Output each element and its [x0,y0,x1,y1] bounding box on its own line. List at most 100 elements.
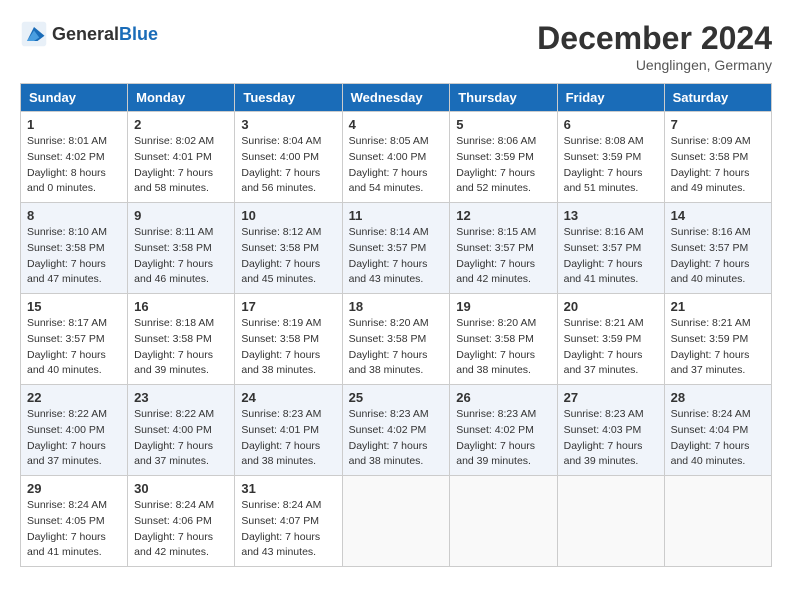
day-number: 9 [134,208,228,223]
day-number: 23 [134,390,228,405]
logo-general: General [52,24,119,44]
day-number: 8 [27,208,121,223]
calendar-cell [664,476,771,567]
day-number: 12 [456,208,550,223]
day-number: 31 [241,481,335,496]
logo-icon [20,20,48,48]
day-header-sunday: Sunday [21,84,128,112]
day-info: Sunrise: 8:04 AMSunset: 4:00 PMDaylight:… [241,134,335,197]
calendar-cell: 11Sunrise: 8:14 AMSunset: 3:57 PMDayligh… [342,203,450,294]
day-info: Sunrise: 8:23 AMSunset: 4:01 PMDaylight:… [241,407,335,470]
calendar-cell: 20 Sunrise: 8:21 AMSunset: 3:59 PMDayligh… [557,294,664,385]
calendar-cell: 4 Sunrise: 8:05 AMSunset: 4:00 PMDaylight… [342,112,450,203]
day-number: 22 [27,390,121,405]
month-title: December 2024 [537,20,772,57]
day-info: Sunrise: 8:02 AMSunset: 4:01 PMDaylight:… [134,134,228,197]
calendar-cell: 28Sunrise: 8:24 AMSunset: 4:04 PMDayligh… [664,385,771,476]
day-info: Sunrise: 8:24 AMSunset: 4:06 PMDaylight:… [134,498,228,561]
calendar-cell: 27 Sunrise: 8:23 AMSunset: 4:03 PMDayligh… [557,385,664,476]
day-info: Sunrise: 8:14 AMSunset: 3:57 PMDaylight:… [349,225,444,288]
day-number: 28 [671,390,765,405]
logo-blue: Blue [119,24,158,44]
day-number: 6 [564,117,658,132]
day-info: Sunrise: 8:09 AMSunset: 3:58 PMDaylight:… [671,134,765,197]
day-info: Sunrise: 8:05 AMSunset: 4:00 PMDaylight:… [349,134,444,197]
day-number: 15 [27,299,121,314]
day-info: Sunrise: 8:21 AMSunset: 3:59 PMDaylight:… [564,316,658,379]
day-info: Sunrise: 8:11 AMSunset: 3:58 PMDaylight:… [134,225,228,288]
day-header-monday: Monday [128,84,235,112]
day-number: 19 [456,299,550,314]
day-info: Sunrise: 8:22 AMSunset: 4:00 PMDaylight:… [27,407,121,470]
day-info: Sunrise: 8:17 AMSunset: 3:57 PMDaylight:… [27,316,121,379]
day-number: 2 [134,117,228,132]
calendar-cell: 10 Sunrise: 8:12 AMSunset: 3:58 PMDayligh… [235,203,342,294]
day-number: 30 [134,481,228,496]
calendar-cell: 1 Sunrise: 8:01 AMSunset: 4:02 PMDaylight… [21,112,128,203]
day-header-friday: Friday [557,84,664,112]
calendar-cell: 7 Sunrise: 8:09 AMSunset: 3:58 PMDaylight… [664,112,771,203]
calendar-cell: 26Sunrise: 8:23 AMSunset: 4:02 PMDayligh… [450,385,557,476]
calendar-cell: 3 Sunrise: 8:04 AMSunset: 4:00 PMDaylight… [235,112,342,203]
calendar-cell [450,476,557,567]
day-header-saturday: Saturday [664,84,771,112]
calendar-cell: 25 Sunrise: 8:23 AMSunset: 4:02 PMDayligh… [342,385,450,476]
calendar-cell: 30 Sunrise: 8:24 AMSunset: 4:06 PMDayligh… [128,476,235,567]
calendar-cell: 5Sunrise: 8:06 AMSunset: 3:59 PMDaylight… [450,112,557,203]
page-header: GeneralBlue December 2024 Uenglingen, Ge… [20,20,772,73]
calendar-cell: 21Sunrise: 8:21 AMSunset: 3:59 PMDayligh… [664,294,771,385]
day-number: 18 [349,299,444,314]
day-number: 26 [456,390,550,405]
day-header-wednesday: Wednesday [342,84,450,112]
logo-text: GeneralBlue [52,24,158,45]
day-number: 4 [349,117,444,132]
calendar-cell: 8 Sunrise: 8:10 AMSunset: 3:58 PMDaylight… [21,203,128,294]
calendar-cell [557,476,664,567]
calendar-week-1: 1 Sunrise: 8:01 AMSunset: 4:02 PMDaylight… [21,112,772,203]
day-info: Sunrise: 8:10 AMSunset: 3:58 PMDaylight:… [27,225,121,288]
day-info: Sunrise: 8:22 AMSunset: 4:00 PMDaylight:… [134,407,228,470]
day-number: 29 [27,481,121,496]
calendar-cell: 16Sunrise: 8:18 AMSunset: 3:58 PMDayligh… [128,294,235,385]
location: Uenglingen, Germany [537,57,772,73]
calendar-cell: 9 Sunrise: 8:11 AMSunset: 3:58 PMDaylight… [128,203,235,294]
day-number: 10 [241,208,335,223]
day-number: 25 [349,390,444,405]
day-info: Sunrise: 8:15 AMSunset: 3:57 PMDaylight:… [456,225,550,288]
day-info: Sunrise: 8:12 AMSunset: 3:58 PMDaylight:… [241,225,335,288]
calendar-cell: 12 Sunrise: 8:15 AMSunset: 3:57 PMDayligh… [450,203,557,294]
calendar-header-row: SundayMondayTuesdayWednesdayThursdayFrid… [21,84,772,112]
day-number: 17 [241,299,335,314]
calendar-cell: 2 Sunrise: 8:02 AMSunset: 4:01 PMDaylight… [128,112,235,203]
day-number: 20 [564,299,658,314]
day-info: Sunrise: 8:24 AMSunset: 4:07 PMDaylight:… [241,498,335,561]
day-info: Sunrise: 8:16 AMSunset: 3:57 PMDaylight:… [564,225,658,288]
calendar-cell: 19Sunrise: 8:20 AMSunset: 3:58 PMDayligh… [450,294,557,385]
day-number: 24 [241,390,335,405]
day-number: 3 [241,117,335,132]
day-info: Sunrise: 8:16 AMSunset: 3:57 PMDaylight:… [671,225,765,288]
calendar-cell: 13 Sunrise: 8:16 AMSunset: 3:57 PMDayligh… [557,203,664,294]
day-info: Sunrise: 8:21 AMSunset: 3:59 PMDaylight:… [671,316,765,379]
calendar-cell: 14Sunrise: 8:16 AMSunset: 3:57 PMDayligh… [664,203,771,294]
day-number: 5 [456,117,550,132]
calendar-week-2: 8 Sunrise: 8:10 AMSunset: 3:58 PMDaylight… [21,203,772,294]
calendar-cell: 15 Sunrise: 8:17 AMSunset: 3:57 PMDayligh… [21,294,128,385]
calendar-cell: 6Sunrise: 8:08 AMSunset: 3:59 PMDaylight… [557,112,664,203]
calendar-cell: 29Sunrise: 8:24 AMSunset: 4:05 PMDayligh… [21,476,128,567]
day-header-tuesday: Tuesday [235,84,342,112]
day-number: 7 [671,117,765,132]
calendar-cell: 24 Sunrise: 8:23 AMSunset: 4:01 PMDayligh… [235,385,342,476]
calendar-cell: 22 Sunrise: 8:22 AMSunset: 4:00 PMDayligh… [21,385,128,476]
calendar-week-4: 22 Sunrise: 8:22 AMSunset: 4:00 PMDayligh… [21,385,772,476]
logo: GeneralBlue [20,20,158,48]
calendar-cell: 17 Sunrise: 8:19 AMSunset: 3:58 PMDayligh… [235,294,342,385]
day-info: Sunrise: 8:01 AMSunset: 4:02 PMDaylight:… [27,134,121,197]
day-info: Sunrise: 8:19 AMSunset: 3:58 PMDaylight:… [241,316,335,379]
day-info: Sunrise: 8:23 AMSunset: 4:03 PMDaylight:… [564,407,658,470]
day-number: 27 [564,390,658,405]
day-info: Sunrise: 8:23 AMSunset: 4:02 PMDaylight:… [349,407,444,470]
calendar-cell [342,476,450,567]
day-number: 13 [564,208,658,223]
day-number: 1 [27,117,121,132]
